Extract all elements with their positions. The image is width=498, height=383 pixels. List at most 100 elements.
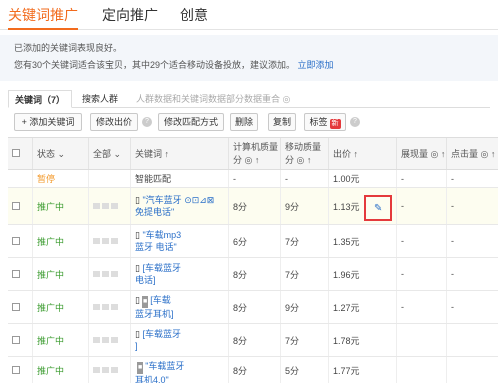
table-row: 推广中 ■ "车载蓝牙 耳机4.0" 8分 5分 1.77元 <box>8 357 498 383</box>
modify-match-button[interactable]: 修改匹配方式 <box>158 113 224 131</box>
clicks-cell: - <box>446 291 498 323</box>
table-row: 推广中 ▯ ■ [车载蓝牙耳机] 8分 9分 1.27元 - - <box>8 291 498 324</box>
device-indicators <box>88 258 130 290</box>
status-cell[interactable]: 推广中 <box>32 225 88 257</box>
status-cell[interactable]: 推广中 <box>32 258 88 290</box>
table-row: 推广中 ▯ "车载mp3 蓝牙 电话" 6分 7分 1.35元 - - <box>8 225 498 258</box>
notice-line-2: 您有30个关键词适合该宝贝，其中29个适合移动设备投放，建议添加。 立即添加 <box>14 57 484 74</box>
mobile-phone-icon: ▯ <box>135 295 140 305</box>
tab-creative[interactable]: 创意 <box>180 5 208 25</box>
keyword-cell: 智能匹配 <box>130 170 228 187</box>
keyword-line-2[interactable]: ] <box>135 341 138 351</box>
mobile-quality-cell: 7分 <box>280 258 328 290</box>
sub-tab-bar: 关键词（7） 搜索人群 人群数据和关键词数据部分数据重合 ◎ <box>8 90 490 108</box>
clicks-header[interactable]: 点击量 ◎ ↑ <box>446 138 498 169</box>
mobile-phone-icon: ▯ <box>135 195 140 205</box>
help-icon[interactable]: ? <box>142 117 152 127</box>
pc-quality-cell: 6分 <box>228 225 280 257</box>
status-cell: 暂停 <box>32 170 88 187</box>
add-keyword-button[interactable]: + 添加关键词 <box>14 113 82 131</box>
row-checkbox[interactable] <box>12 366 20 374</box>
keyword-line-2[interactable]: 免提电话" <box>135 207 174 217</box>
table-row: 暂停 智能匹配 - - 1.00元 - - <box>8 170 498 188</box>
impressions-cell: - <box>396 225 446 257</box>
tag-button[interactable]: 标签新 <box>304 113 346 131</box>
keyword-header[interactable]: 关键词 ↑ <box>130 138 228 169</box>
mobile-quality-cell: 7分 <box>280 225 328 257</box>
keyword-line-2[interactable]: 电话] <box>135 275 156 285</box>
row-checkbox[interactable] <box>12 202 20 210</box>
copy-button[interactable]: 复制 <box>268 113 296 131</box>
bid-cell[interactable]: 1.77元 <box>328 357 396 383</box>
pencil-icon[interactable]: ✎ <box>374 203 382 214</box>
keyword-line-1[interactable]: [车载蓝牙 <box>142 263 181 273</box>
pc-quality-label-1: 计算机质量 <box>233 142 279 152</box>
pc-quality-cell: 8分 <box>228 357 280 383</box>
mobile-quality-label-1: 移动质量 <box>285 142 322 152</box>
device-indicators <box>88 324 130 356</box>
bid-cell[interactable]: 1.27元 <box>328 291 396 323</box>
keyword-line-1[interactable]: "车载mp3 <box>142 230 181 240</box>
row-checkbox[interactable] <box>12 303 20 311</box>
keyword-line-2[interactable]: 耳机4.0" <box>135 375 169 383</box>
clicks-cell: - <box>446 225 498 257</box>
impressions-header[interactable]: 展现量 ◎ ↑ <box>396 138 446 169</box>
add-now-link[interactable]: 立即添加 <box>298 60 334 70</box>
table-row: 推广中 ▯ [车载蓝牙] 8分 7分 1.78元 <box>8 324 498 357</box>
impressions-cell: - <box>396 188 446 224</box>
keyword-cell: ▯ [车载蓝牙 电话] <box>130 258 228 290</box>
table-row: 推广中 ▯ "汽车蓝牙 ⊙⊡⊿⊠ 免提电话" 8分 9分 1.13元 - - <box>8 188 498 225</box>
row-checkbox[interactable] <box>12 237 20 245</box>
keyword-line-1[interactable]: [车载蓝牙 <box>142 329 181 339</box>
table-row: 推广中 ▯ [车载蓝牙 电话] 8分 7分 1.96元 - - <box>8 258 498 291</box>
keyword-tool-icons[interactable]: ⊙⊡⊿⊠ <box>184 195 214 205</box>
pc-quality-cell: 8分 <box>228 291 280 323</box>
keyword-line-1[interactable]: [车载 <box>150 295 171 305</box>
modify-bid-button[interactable]: 修改出价 <box>90 113 138 131</box>
status-cell[interactable]: 推广中 <box>32 291 88 323</box>
keyword-cell: ▯ "车载mp3 蓝牙 电话" <box>130 225 228 257</box>
select-all-checkbox[interactable] <box>12 149 20 157</box>
impressions-cell: - <box>396 291 446 323</box>
mobile-phone-icon: ▯ <box>135 329 140 339</box>
row-checkbox[interactable] <box>12 270 20 278</box>
keyword-line-1[interactable]: "车载蓝牙 <box>145 361 184 371</box>
top-tab-bar: 关键词推广 定向推广 创意 <box>0 0 498 30</box>
table-header: 状态 ⌄ 全部 ⌄ 关键词 ↑ 计算机质量分 ◎ ↑ 移动质量分 ◎ ↑ 出价 … <box>8 137 498 170</box>
pc-tag-icon: ■ <box>141 296 149 308</box>
all-filter-header[interactable]: 全部 ⌄ <box>88 138 130 169</box>
help-icon[interactable]: ? <box>350 117 360 127</box>
clicks-cell: - <box>446 170 498 187</box>
keyword-line-1[interactable]: "汽车蓝牙 <box>142 195 181 205</box>
bid-cell[interactable]: 1.00元 <box>328 170 396 187</box>
pc-quality-cell: 8分 <box>228 258 280 290</box>
bid-cell[interactable]: 1.96元 <box>328 258 396 290</box>
keyword-line-2[interactable]: 蓝牙耳机] <box>135 309 174 319</box>
bid-cell[interactable]: 1.35元 <box>328 225 396 257</box>
pc-quality-header[interactable]: 计算机质量分 ◎ ↑ <box>228 138 280 169</box>
tag-label: 标签 <box>309 117 328 127</box>
bid-cell[interactable]: 1.78元 <box>328 324 396 356</box>
mobile-quality-cell: - <box>280 170 328 187</box>
row-checkbox[interactable] <box>12 336 20 344</box>
bid-header[interactable]: 出价 ↑ <box>328 138 396 169</box>
tab-targeted-promotion[interactable]: 定向推广 <box>102 5 158 25</box>
status-header[interactable]: 状态 ⌄ <box>32 138 88 169</box>
keyword-cell: ▯ ■ [车载蓝牙耳机] <box>130 291 228 323</box>
device-indicators <box>88 225 130 257</box>
status-cell[interactable]: 推广中 <box>32 357 88 383</box>
mobile-quality-cell: 9分 <box>280 188 328 224</box>
tab-keywords[interactable]: 关键词（7） <box>8 90 73 108</box>
notice-panel: 已添加的关键词表现良好。 您有30个关键词适合该宝贝，其中29个适合移动设备投放… <box>0 35 498 81</box>
mobile-quality-label-2: 分 ◎ ↑ <box>285 155 312 165</box>
device-indicators <box>88 357 130 383</box>
mobile-quality-cell: 9分 <box>280 291 328 323</box>
tab-keyword-promotion[interactable]: 关键词推广 <box>8 5 78 30</box>
keyword-line-2[interactable]: 蓝牙 电话" <box>135 242 177 252</box>
tab-search-audience[interactable]: 搜索人群 <box>76 90 124 108</box>
status-cell[interactable]: 推广中 <box>32 324 88 356</box>
delete-button[interactable]: 删除 <box>230 113 258 131</box>
status-cell[interactable]: 推广中 <box>32 188 88 224</box>
pc-tag-icon: ■ <box>137 362 144 374</box>
mobile-quality-header[interactable]: 移动质量分 ◎ ↑ <box>280 138 328 169</box>
